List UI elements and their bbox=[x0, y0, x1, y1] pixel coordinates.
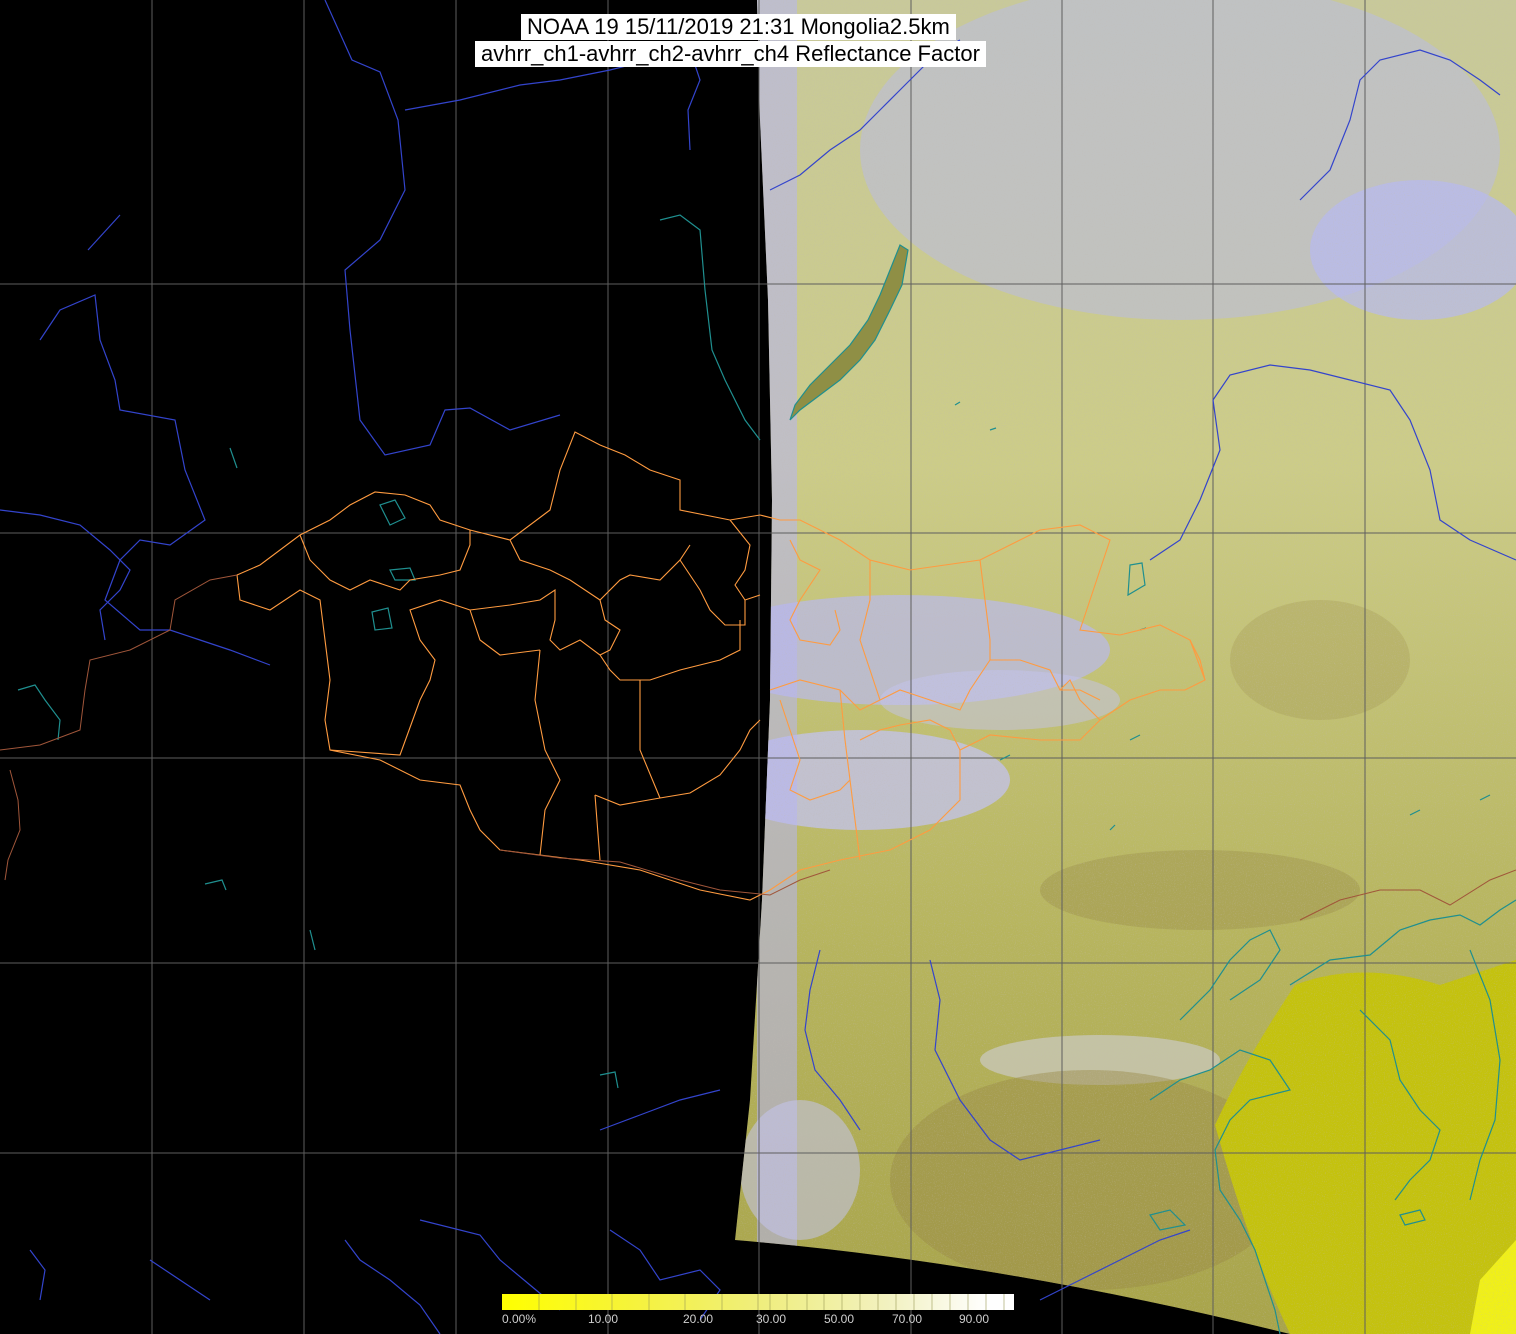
colorbar-label: 10.00 bbox=[588, 1312, 619, 1326]
map-title-line2: avhrr_ch1-avhrr_ch2-avhrr_ch4 Reflectanc… bbox=[475, 41, 986, 67]
colorbar-label: 70.00 bbox=[892, 1312, 923, 1326]
colorbar-label: 20.00 bbox=[683, 1312, 714, 1326]
satellite-map bbox=[0, 0, 1516, 1334]
colorbar bbox=[502, 1294, 1014, 1310]
colorbar-label: 50.00 bbox=[824, 1312, 855, 1326]
colorbar-labels: 0.00% 10.00 20.00 30.00 50.00 70.00 90.0… bbox=[496, 1312, 1036, 1328]
map-title-line1: NOAA 19 15/11/2019 21:31 Mongolia2.5km bbox=[521, 14, 956, 40]
satellite-swath bbox=[735, 0, 1516, 1334]
colorbar-label: 30.00 bbox=[756, 1312, 787, 1326]
colorbar-label: 0.00% bbox=[502, 1312, 537, 1326]
colorbar-label: 90.00 bbox=[959, 1312, 990, 1326]
